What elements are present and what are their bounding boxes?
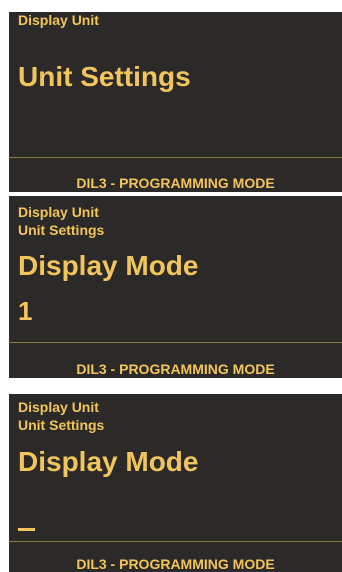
menu-title: Display Mode (18, 446, 199, 477)
screen-display-mode-editing: Display Unit Unit Settings Display Mode … (9, 394, 342, 572)
mode-footer: DIL3 - PROGRAMMING MODE (76, 175, 275, 191)
setting-value: 1 (18, 296, 33, 326)
breadcrumb-unit-settings: Unit Settings (18, 222, 105, 238)
divider (9, 157, 342, 158)
screen-unit-settings: Display Unit Unit Settings DIL3 - PROGRA… (9, 12, 342, 192)
mode-footer: DIL3 - PROGRAMMING MODE (76, 361, 275, 377)
screen-display-mode-value: Display Unit Unit Settings Display Mode … (9, 196, 342, 378)
breadcrumb-unit-settings: Unit Settings (18, 417, 105, 433)
menu-title: Display Mode (18, 250, 199, 281)
breadcrumb-display-unit: Display Unit (18, 12, 99, 28)
mode-footer: DIL3 - PROGRAMMING MODE (76, 556, 275, 572)
menu-title: Unit Settings (18, 61, 191, 92)
breadcrumb-display-unit: Display Unit (18, 204, 99, 220)
underscore-cursor-icon (18, 528, 35, 531)
divider (9, 541, 342, 542)
divider (9, 342, 342, 343)
breadcrumb-display-unit: Display Unit (18, 399, 99, 415)
